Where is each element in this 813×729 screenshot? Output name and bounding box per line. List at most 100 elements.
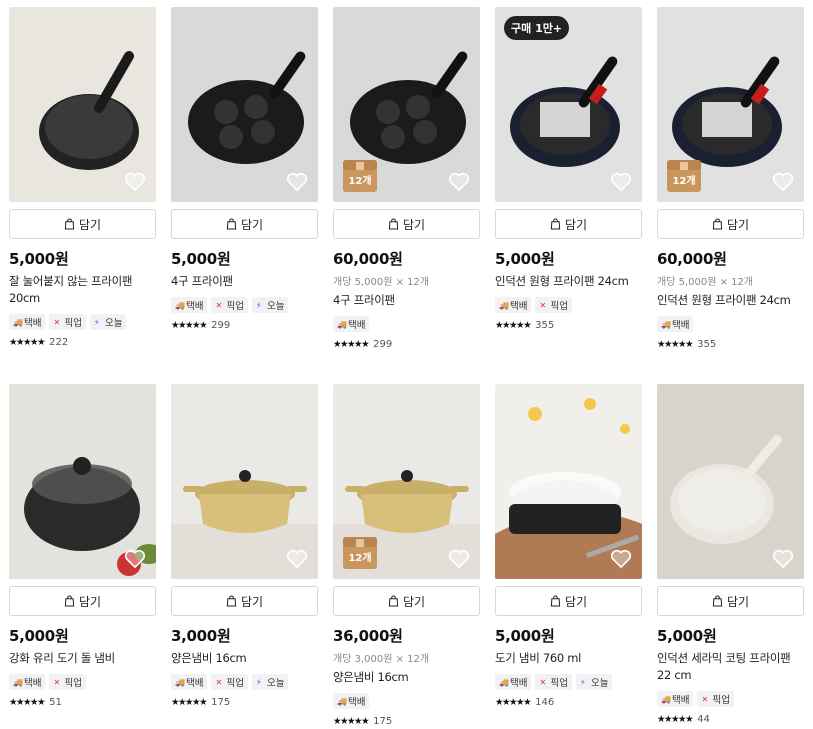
rating: ★★★★★ 222 xyxy=(9,337,156,348)
add-to-cart-button[interactable]: 담기 xyxy=(9,209,156,239)
add-to-cart-button[interactable]: 담기 xyxy=(657,586,804,616)
product-name[interactable]: 인덕션 세라믹 코팅 프라이팬 22 cm xyxy=(657,650,804,684)
purchase-count-badge: 구매 1만+ xyxy=(504,16,570,40)
product-card[interactable]: 담기 5,000원 강화 유리 도기 돌 냄비 🚚 택배 ✕ 픽업 ★★★★★ 51 xyxy=(9,384,156,708)
product-card[interactable]: 12개 담기 36,000원 개당 3,000원 × 12개 양은냄비 16cm 🚚 택배 ★… xyxy=(333,384,480,727)
rating: ★★★★★ 355 xyxy=(657,339,804,350)
product-name[interactable]: 강화 유리 도기 돌 냄비 xyxy=(9,650,156,667)
product-name[interactable]: 양은냄비 16cm xyxy=(171,650,318,667)
tag-delivery: 🚚 택배 xyxy=(333,693,370,709)
product-image[interactable] xyxy=(9,7,156,202)
tag-label: 택배 xyxy=(186,301,204,312)
rating: ★★★★★ 355 xyxy=(495,320,642,331)
product-name[interactable]: 4구 프라이팬 xyxy=(333,292,480,309)
heart-icon[interactable] xyxy=(124,172,146,192)
pickup-icon: ✕ xyxy=(539,677,547,687)
product-card[interactable]: 담기 5,000원 인덕션 세라믹 코팅 프라이팬 22 cm 🚚 택배 ✕ 픽업 ★★★★★… xyxy=(657,384,804,725)
delivery-icon: 🚚 xyxy=(337,696,347,706)
tag-delivery: 🚚 택배 xyxy=(9,314,46,330)
rating-count: 299 xyxy=(211,320,231,331)
product-image[interactable] xyxy=(495,384,642,579)
product-name[interactable]: 인덕션 원형 프라이팬 24cm xyxy=(495,273,642,290)
add-to-cart-button[interactable]: 담기 xyxy=(495,209,642,239)
heart-icon[interactable] xyxy=(772,172,794,192)
add-to-cart-button[interactable]: 담기 xyxy=(171,209,318,239)
tag-today: ⚡ 오늘 xyxy=(575,674,613,690)
add-to-cart-label: 담기 xyxy=(564,217,588,232)
box-quantity-badge: 12개 xyxy=(343,537,377,569)
product-name[interactable]: 4구 프라이팬 xyxy=(171,273,318,290)
product-card[interactable]: 구매 1만+ 담기 5,000원 인덕션 원형 프라이팬 24cm 🚚 택배 ✕ 픽업 ★★★★… xyxy=(495,7,642,331)
tag-today: ⚡ 오늘 xyxy=(89,314,127,330)
product-name[interactable]: 양은냄비 16cm xyxy=(333,669,480,686)
tag-today: ⚡ 오늘 xyxy=(251,297,289,313)
tag-pickup: ✕ 픽업 xyxy=(49,314,86,330)
pickup-icon: ✕ xyxy=(701,694,709,704)
star-rating-icon: ★★★★★ xyxy=(171,320,208,331)
add-to-cart-button[interactable]: 담기 xyxy=(171,586,318,616)
tag-delivery: 🚚 택배 xyxy=(333,316,370,332)
add-to-cart-button[interactable]: 담기 xyxy=(495,586,642,616)
heart-icon[interactable] xyxy=(124,549,146,569)
product-card[interactable]: 12개 담기 60,000원 개당 5,000원 × 12개 4구 프라이팬 🚚 택배 ★★★… xyxy=(333,7,480,350)
heart-icon[interactable] xyxy=(448,172,470,192)
heart-icon[interactable] xyxy=(610,172,632,192)
rating-count: 44 xyxy=(697,714,710,725)
add-to-cart-button[interactable]: 담기 xyxy=(333,586,480,616)
product-card[interactable]: 담기 5,000원 4구 프라이팬 🚚 택배 ✕ 픽업 ⚡ 오늘 ★★★★★ 299 xyxy=(171,7,318,331)
product-image[interactable]: 12개 xyxy=(333,7,480,202)
add-to-cart-label: 담기 xyxy=(564,594,588,609)
product-card[interactable]: 담기 5,000원 잘 눌어붙지 않는 프라이팬 20cm 🚚 택배 ✕ 픽업 ⚡ 오늘 ★★★★… xyxy=(9,7,156,348)
product-image[interactable]: 12개 xyxy=(333,384,480,579)
tag-delivery: 🚚 택배 xyxy=(171,674,208,690)
product-image[interactable]: 구매 1만+ xyxy=(495,7,642,202)
shopping-bag-icon xyxy=(226,218,237,230)
product-card[interactable]: 담기 5,000원 도기 냄비 760 ml 🚚 택배 ✕ 픽업 ⚡ 오늘 ★★★★★ 146 xyxy=(495,384,642,708)
add-to-cart-button[interactable]: 담기 xyxy=(657,209,804,239)
delivery-icon: 🚚 xyxy=(175,300,185,310)
star-rating-icon: ★★★★★ xyxy=(333,716,370,727)
star-rating-icon: ★★★★★ xyxy=(9,697,46,708)
tag-delivery: 🚚 택배 xyxy=(171,297,208,313)
tag-delivery: 🚚 택배 xyxy=(9,674,46,690)
tag-label: 픽업 xyxy=(64,678,82,689)
product-card[interactable]: 12개 담기 60,000원 개당 5,000원 × 12개 인덕션 원형 프라이팬 2… xyxy=(657,7,804,350)
heart-icon[interactable] xyxy=(286,172,308,192)
heart-icon[interactable] xyxy=(286,549,308,569)
heart-icon[interactable] xyxy=(448,549,470,569)
delivery-tags: 🚚 택배 ✕ 픽업 ⚡ 오늘 xyxy=(495,674,642,690)
add-to-cart-button[interactable]: 담기 xyxy=(9,586,156,616)
tag-label: 픽업 xyxy=(226,678,244,689)
tag-label: 택배 xyxy=(510,678,528,689)
heart-icon[interactable] xyxy=(610,549,632,569)
product-name[interactable]: 인덕션 원형 프라이팬 24cm xyxy=(657,292,804,309)
star-rating-icon: ★★★★★ xyxy=(333,339,370,350)
heart-icon[interactable] xyxy=(772,549,794,569)
rating-count: 299 xyxy=(373,339,393,350)
product-image[interactable] xyxy=(171,7,318,202)
add-to-cart-label: 담기 xyxy=(402,217,426,232)
add-to-cart-label: 담기 xyxy=(78,217,102,232)
product-name[interactable]: 도기 냄비 760 ml xyxy=(495,650,642,667)
product-price: 60,000원 xyxy=(657,250,727,268)
pickup-icon: ✕ xyxy=(53,677,61,687)
tag-delivery: 🚚 택배 xyxy=(495,674,532,690)
product-image[interactable] xyxy=(171,384,318,579)
tag-label: 택배 xyxy=(510,301,528,312)
product-card[interactable]: 담기 3,000원 양은냄비 16cm 🚚 택배 ✕ 픽업 ⚡ 오늘 ★★★★★ 175 xyxy=(171,384,318,708)
tag-label: 택배 xyxy=(24,678,42,689)
product-price: 3,000원 xyxy=(171,627,231,645)
product-image[interactable]: 12개 xyxy=(657,7,804,202)
add-to-cart-label: 담기 xyxy=(240,217,264,232)
product-name[interactable]: 잘 눌어붙지 않는 프라이팬 20cm xyxy=(9,273,156,307)
product-image[interactable] xyxy=(9,384,156,579)
add-to-cart-button[interactable]: 담기 xyxy=(333,209,480,239)
delivery-tags: 🚚 택배 xyxy=(657,316,804,332)
rating-count: 355 xyxy=(535,320,555,331)
tag-today: ⚡ 오늘 xyxy=(251,674,289,690)
tag-label: 픽업 xyxy=(550,678,568,689)
shopping-bag-icon xyxy=(226,595,237,607)
product-image[interactable] xyxy=(657,384,804,579)
product-price: 5,000원 xyxy=(495,250,555,268)
star-rating-icon: ★★★★★ xyxy=(495,697,532,708)
